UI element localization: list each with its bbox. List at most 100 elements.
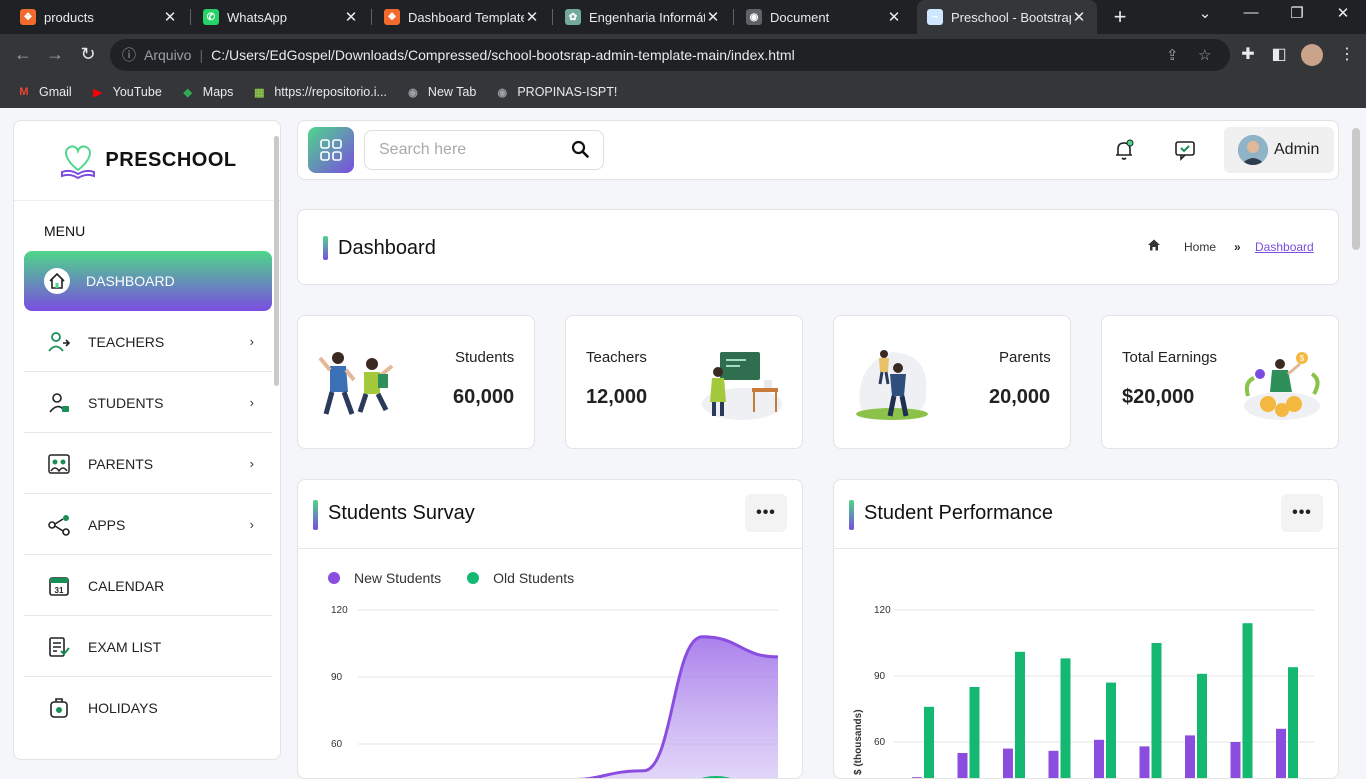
new-tab-button[interactable]: + — [1108, 4, 1132, 30]
bar-series-2 — [1015, 651, 1025, 778]
bar-series-2 — [1288, 667, 1298, 778]
sidebar-item-dashboard[interactable]: DASHBOARD — [24, 251, 272, 311]
bookmark-star-icon[interactable]: ☆ — [1198, 46, 1211, 64]
chevron-right-icon: › — [249, 456, 254, 471]
browser-menu-icon[interactable]: ⋮ — [1336, 44, 1358, 64]
more-options-button[interactable]: ••• — [1281, 494, 1323, 532]
close-window-button[interactable]: ✕ — [1328, 4, 1358, 22]
sidebar-scrollbar[interactable] — [274, 136, 279, 386]
minimize-button[interactable]: — — [1236, 4, 1266, 21]
notification-bell-icon[interactable] — [1109, 135, 1139, 165]
share-icon — [46, 512, 72, 538]
forward-icon[interactable]: → — [44, 44, 66, 65]
bar-series-2 — [1242, 623, 1253, 778]
browser-tab[interactable]: ✆ WhatsApp ✕ — [193, 0, 369, 34]
maximize-button[interactable]: ❐ — [1282, 4, 1312, 22]
bar-series-1 — [1139, 746, 1150, 778]
bookmark-item[interactable]: ▦ https://repositorio.i... — [251, 84, 387, 100]
heart-book-icon — [61, 144, 96, 179]
sidebar-item-exam-list[interactable]: EXAM LIST — [24, 617, 272, 677]
tab-close-icon[interactable]: ✕ — [162, 8, 178, 26]
browser-tab[interactable]: ~ Preschool - Bootstrap ✕ — [917, 0, 1097, 34]
earnings-illustration: $ — [1244, 352, 1320, 420]
search-input[interactable] — [379, 141, 559, 159]
bar-series-1 — [1003, 748, 1013, 778]
back-icon[interactable]: ← — [12, 44, 34, 65]
address-url[interactable]: C:/Users/EdGospel/Downloads/Compressed/s… — [211, 47, 795, 63]
bookmark-item[interactable]: ◉ New Tab — [405, 84, 476, 100]
student-icon — [46, 390, 72, 416]
y-axis-label: $ (thousands) — [853, 709, 864, 775]
sidebar-item-holidays[interactable]: HOLIDAYS — [24, 678, 272, 738]
holiday-icon — [46, 695, 72, 721]
apps-grid-button[interactable] — [308, 127, 354, 173]
profile-avatar[interactable] — [1301, 44, 1323, 66]
extensions-icon[interactable]: ✚ — [1237, 44, 1259, 64]
tab-favicon-icon: ~ — [927, 9, 943, 25]
sidebar-item-students[interactable]: STUDENTS › — [24, 373, 272, 433]
legend-label-old[interactable]: Old Students — [493, 570, 574, 586]
info-icon[interactable]: ⓘ — [122, 45, 136, 65]
bookmark-label: New Tab — [427, 85, 477, 99]
bookmark-item[interactable]: ◆ Maps — [180, 84, 234, 100]
stat-value: $20,000 — [1122, 386, 1195, 408]
accent-bar — [323, 236, 328, 260]
admin-profile-button[interactable]: Admin — [1224, 127, 1334, 173]
bar-series-1 — [957, 753, 968, 778]
students-survay-chart: 120 90 60 — [331, 605, 779, 778]
tab-close-icon[interactable]: ✕ — [1071, 8, 1087, 26]
breadcrumb-current[interactable]: Dashboard — [1255, 240, 1314, 254]
search-icon[interactable] — [571, 140, 589, 163]
bookmark-item[interactable]: M Gmail — [16, 84, 72, 100]
accent-bar — [849, 500, 854, 530]
y-tick-label: 120 — [331, 605, 348, 616]
bar-series-1 — [1230, 742, 1241, 778]
breadcrumb-home[interactable]: Home — [1184, 240, 1216, 254]
sidebar-item-calendar[interactable]: 31 CALENDAR — [24, 556, 272, 616]
parents-icon — [46, 451, 72, 477]
browser-tab[interactable]: ❖ products ✕ — [10, 0, 188, 34]
browser-tab[interactable]: ◉ Document ✕ — [736, 0, 912, 34]
breadcrumb-separator-icon: » — [1234, 240, 1241, 254]
tab-separator — [552, 9, 553, 25]
browser-tab[interactable]: ✿ Engenharia Informátic ✕ — [555, 0, 731, 34]
bookmark-item[interactable]: ◉ PROPINAS-ISPT! — [494, 84, 618, 100]
svg-text:$: $ — [1300, 354, 1305, 363]
bookmark-item[interactable]: ▶ YouTube — [90, 84, 162, 100]
bookmark-label: Gmail — [39, 85, 72, 99]
legend-dot-new — [328, 572, 340, 584]
bookmark-label: YouTube — [112, 85, 162, 99]
top-bar: Admin — [297, 120, 1339, 180]
sidebar-item-apps[interactable]: APPS › — [24, 495, 272, 555]
page-scrollbar[interactable] — [1352, 128, 1360, 250]
home-icon[interactable] — [1147, 238, 1161, 255]
tab-favicon-icon: ◉ — [746, 9, 762, 25]
accent-bar — [313, 500, 318, 530]
side-panel-icon[interactable]: ◧ — [1268, 44, 1290, 64]
reload-icon[interactable]: ↻ — [77, 44, 99, 65]
tab-search-icon[interactable]: ⌄ — [1190, 4, 1220, 22]
legend-label-new[interactable]: New Students — [354, 570, 441, 586]
brand-logo[interactable]: PRESCHOOL — [14, 121, 280, 201]
browser-tab[interactable]: ❖ Dashboard Template - ✕ — [374, 0, 550, 34]
avatar — [1238, 135, 1268, 165]
panel-title: Student Performance — [864, 502, 1053, 524]
tab-close-icon[interactable]: ✕ — [524, 8, 540, 26]
tab-close-icon[interactable]: ✕ — [343, 8, 359, 26]
tab-close-icon[interactable]: ✕ — [886, 8, 902, 26]
share-icon[interactable]: ⇪ — [1166, 46, 1179, 64]
sidebar-item-parents[interactable]: PARENTS › — [24, 434, 272, 494]
page-title: Dashboard — [338, 237, 436, 259]
sidebar: PRESCHOOL MENU DASHBOARD TEACHERS › STUD… — [13, 120, 281, 760]
sidebar-item-teachers[interactable]: TEACHERS › — [24, 312, 272, 372]
more-options-button[interactable]: ••• — [745, 494, 787, 532]
y-tick-label: 60 — [874, 737, 886, 748]
stat-card-students: Students 60,000 — [297, 315, 535, 449]
stat-value: 20,000 — [989, 386, 1051, 408]
tab-close-icon[interactable]: ✕ — [705, 8, 721, 26]
address-bar[interactable]: ⓘ Arquivo | C:/Users/EdGospel/Downloads/… — [110, 39, 1230, 71]
chevron-right-icon: › — [249, 334, 254, 349]
page-header: Dashboard Home » Dashboard — [297, 209, 1339, 285]
tab-favicon-icon: ✿ — [565, 9, 581, 25]
messages-icon[interactable] — [1170, 135, 1200, 165]
